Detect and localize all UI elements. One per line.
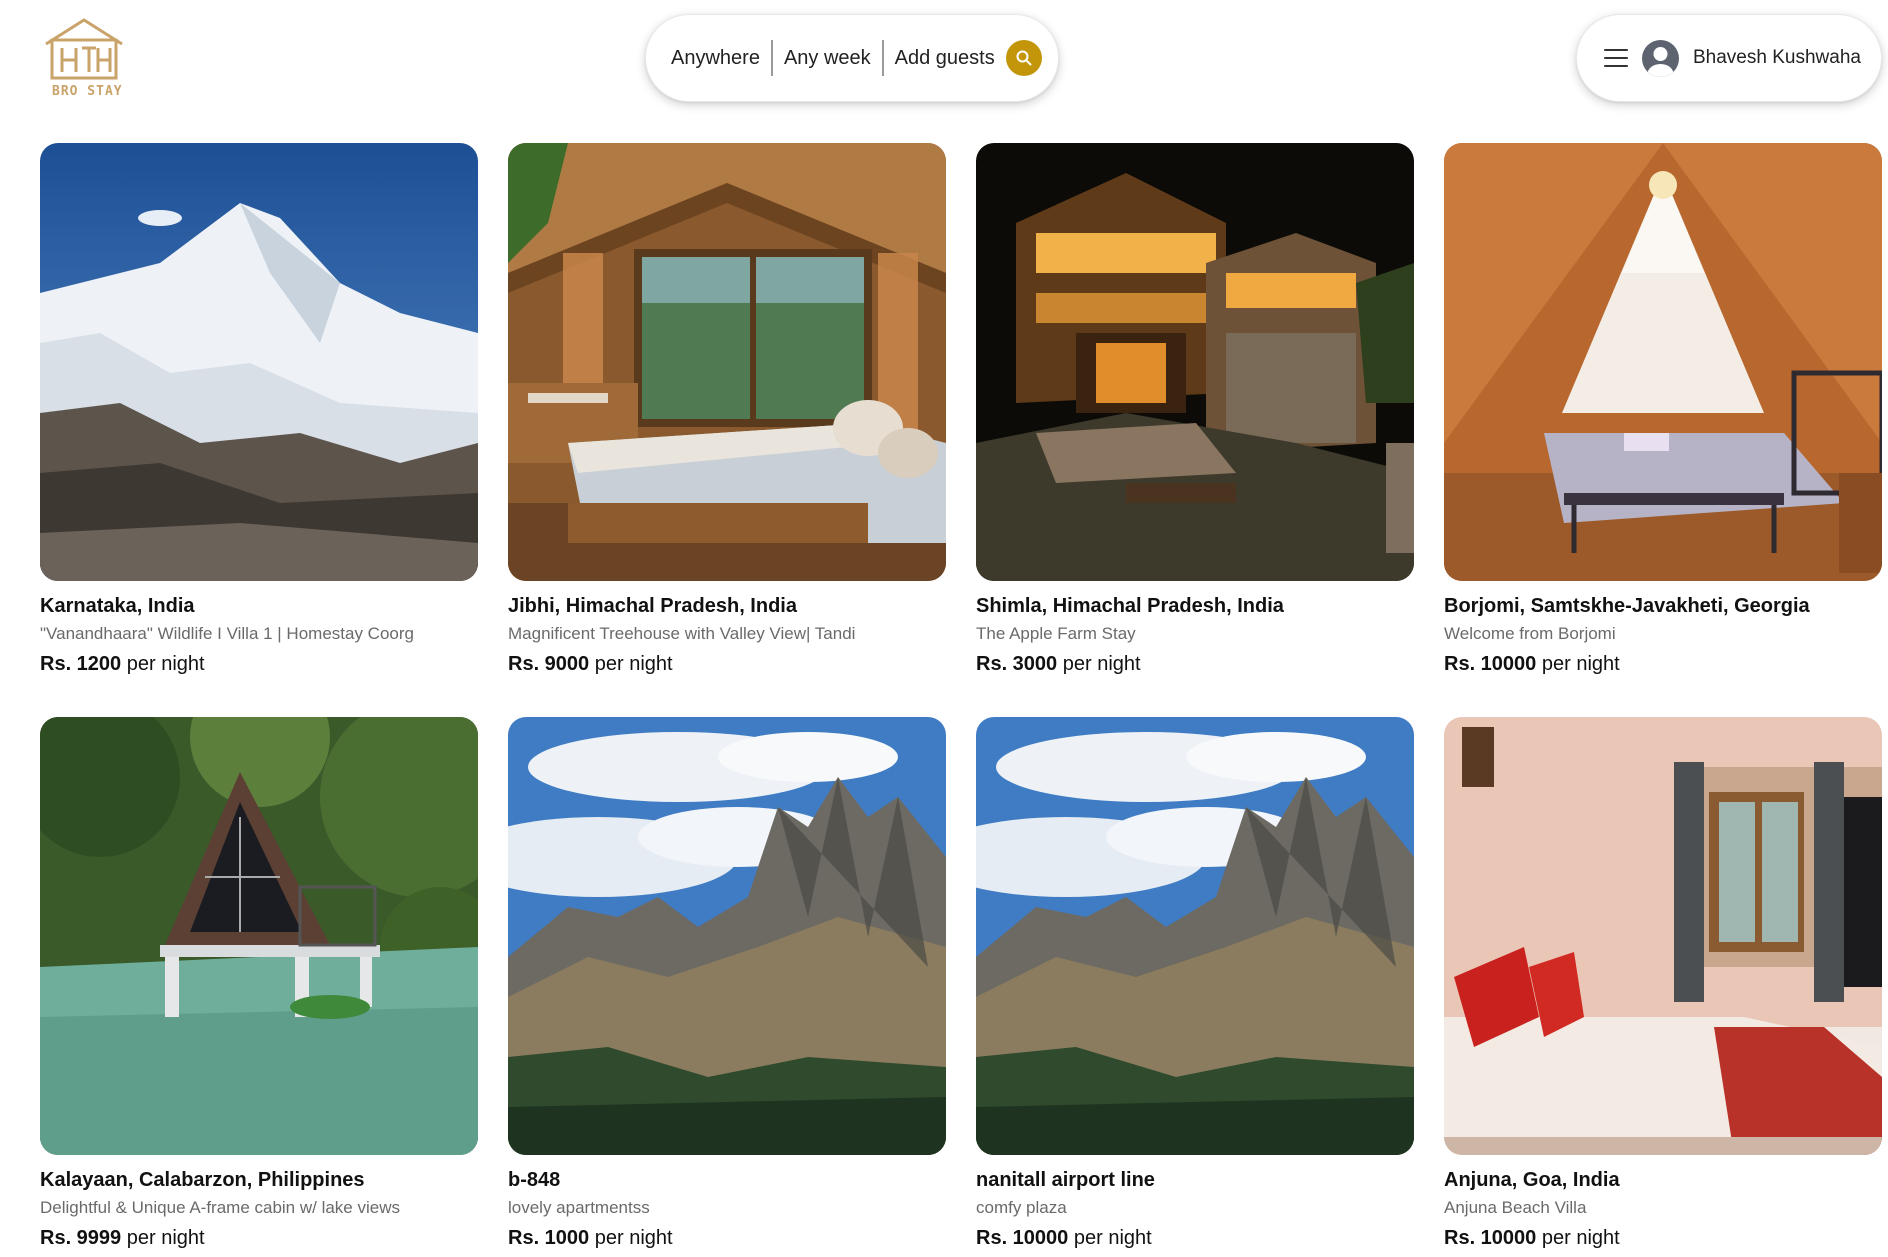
price-amount: Rs. 1200	[40, 653, 122, 675]
price-amount: Rs. 1000	[508, 1227, 590, 1249]
any-week-button[interactable]: Any week	[784, 47, 871, 70]
search-bar[interactable]: Anywhere Any week Add guests	[645, 14, 1059, 102]
price-unit: per night	[1541, 1227, 1620, 1249]
listing-card[interactable]: b-848 lovely apartmentss Rs. 1000 per ni…	[508, 717, 946, 1250]
listing-price: Rs. 9999 per night	[40, 1226, 478, 1250]
listing-photo[interactable]	[1444, 717, 1882, 1155]
listing-location: Kalayaan, Calabarzon, Philippines	[40, 1169, 365, 1191]
listing-price: Rs. 9000 per night	[508, 652, 946, 676]
price-unit: per night	[1062, 653, 1141, 675]
listing-title: Delightful & Unique A-frame cabin w/ lak…	[40, 1198, 400, 1217]
listing-photo[interactable]	[508, 143, 946, 581]
listing-location: Karnataka, India	[40, 595, 195, 617]
listing-title: comfy plaza	[976, 1198, 1067, 1217]
price-amount: Rs. 3000	[976, 653, 1058, 675]
divider	[770, 40, 773, 76]
listing-price: Rs. 10000 per night	[976, 1226, 1414, 1250]
listing-title: lovely apartmentss	[508, 1198, 650, 1217]
listing-price: Rs. 10000 per night	[1444, 652, 1882, 676]
house-logo-icon	[45, 18, 123, 80]
listing-card[interactable]: Jibhi, Himachal Pradesh, India Magnifice…	[508, 143, 946, 676]
search-icon	[1016, 50, 1032, 66]
listing-location: Jibhi, Himachal Pradesh, India	[508, 595, 797, 617]
price-unit: per night	[126, 1227, 205, 1249]
listing-location: b-848	[508, 1169, 561, 1191]
price-amount: Rs. 10000	[976, 1227, 1069, 1249]
listing-title: Welcome from Borjomi	[1444, 624, 1616, 643]
price-amount: Rs. 10000	[1444, 653, 1537, 675]
price-unit: per night	[126, 653, 205, 675]
listing-title: "Vanandhaara" Wildlife I Villa 1 | Homes…	[40, 624, 414, 643]
price-amount: Rs. 9000	[508, 653, 590, 675]
anywhere-button[interactable]: Anywhere	[671, 47, 760, 70]
listing-location: Borjomi, Samtskhe-Javakheti, Georgia	[1444, 595, 1810, 617]
brand-name: BRO STAY	[52, 84, 123, 99]
user-menu-button[interactable]: Bhavesh Kushwaha	[1576, 14, 1882, 102]
listing-card[interactable]: Anjuna, Goa, India Anjuna Beach Villa Rs…	[1444, 717, 1882, 1250]
listing-price: Rs. 3000 per night	[976, 652, 1414, 676]
listing-grid: Karnataka, India "Vanandhaara" Wildlife …	[40, 143, 1883, 1250]
price-unit: per night	[1073, 1227, 1152, 1249]
user-avatar-icon	[1642, 39, 1679, 77]
listing-title: Anjuna Beach Villa	[1444, 1198, 1587, 1217]
listing-photo[interactable]	[508, 717, 946, 1155]
add-guests-button[interactable]: Add guests	[895, 47, 995, 70]
listing-title: The Apple Farm Stay	[976, 624, 1136, 643]
price-unit: per night	[1541, 653, 1620, 675]
listing-photo[interactable]	[976, 717, 1414, 1155]
menu-icon	[1604, 49, 1628, 67]
search-button[interactable]	[1005, 40, 1042, 76]
listing-photo[interactable]	[976, 143, 1414, 581]
user-name: Bhavesh Kushwaha	[1693, 47, 1861, 68]
listing-card[interactable]: Kalayaan, Calabarzon, Philippines Deligh…	[40, 717, 478, 1250]
price-unit: per night	[594, 1227, 673, 1249]
listing-location: nanitall airport line	[976, 1169, 1155, 1191]
listing-location: Shimla, Himachal Pradesh, India	[976, 595, 1284, 617]
price-unit: per night	[594, 653, 673, 675]
price-amount: Rs. 10000	[1444, 1227, 1537, 1249]
listing-card[interactable]: Karnataka, India "Vanandhaara" Wildlife …	[40, 143, 478, 676]
listing-card[interactable]: nanitall airport line comfy plaza Rs. 10…	[976, 717, 1414, 1250]
listing-card[interactable]: Shimla, Himachal Pradesh, India The Appl…	[976, 143, 1414, 676]
listing-card[interactable]: Borjomi, Samtskhe-Javakheti, Georgia Wel…	[1444, 143, 1882, 676]
divider	[881, 40, 884, 76]
listing-price: Rs. 1200 per night	[40, 652, 478, 676]
bro-stay-logo[interactable]: BRO STAY	[40, 16, 130, 102]
listing-price: Rs. 1000 per night	[508, 1226, 946, 1250]
listing-title: Magnificent Treehouse with Valley View| …	[508, 624, 856, 643]
listing-photo[interactable]	[40, 143, 478, 581]
listing-photo[interactable]	[40, 717, 478, 1155]
listing-location: Anjuna, Goa, India	[1444, 1169, 1620, 1191]
listing-price: Rs. 10000 per night	[1444, 1226, 1882, 1250]
price-amount: Rs. 9999	[40, 1227, 122, 1249]
listing-photo[interactable]	[1444, 143, 1882, 581]
